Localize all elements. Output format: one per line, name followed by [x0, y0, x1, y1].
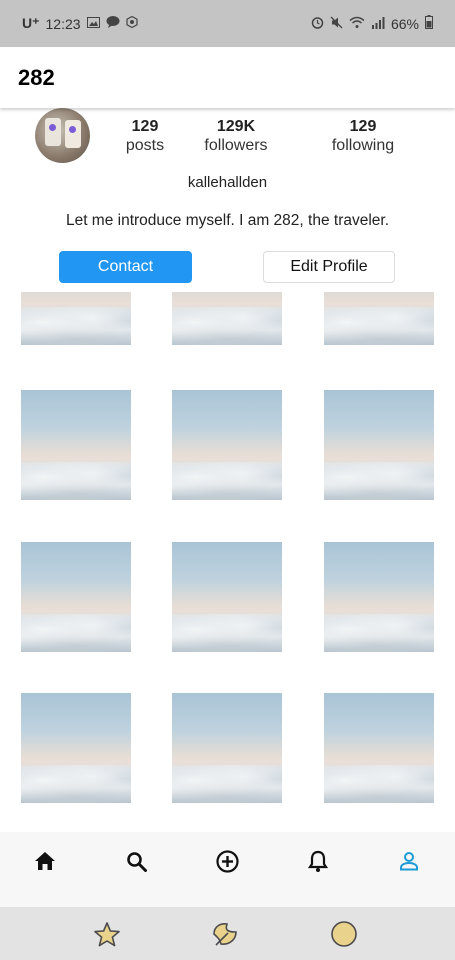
- status-right: 66%: [311, 15, 433, 32]
- carrier-label: U⁺: [22, 15, 40, 31]
- post-thumbnail[interactable]: [324, 693, 434, 803]
- talk-notification-icon: [106, 16, 120, 31]
- search-icon[interactable]: [121, 846, 151, 876]
- notification-bell-icon[interactable]: [303, 846, 333, 876]
- stat-followers[interactable]: 129K followers: [181, 118, 291, 156]
- add-circle-icon[interactable]: [212, 846, 242, 876]
- edit-profile-button[interactable]: Edit Profile: [263, 251, 395, 283]
- system-bar: [0, 907, 455, 960]
- bottom-navigation: [0, 832, 455, 907]
- stat-followers-label: followers: [204, 137, 268, 154]
- post-thumbnail[interactable]: [172, 292, 282, 345]
- circle-icon[interactable]: [329, 919, 359, 949]
- settings-notification-icon: [125, 15, 138, 31]
- image-notification-icon: [86, 16, 100, 31]
- post-thumbnail[interactable]: [324, 390, 434, 500]
- mute-icon: [330, 16, 343, 32]
- post-thumbnail[interactable]: [324, 292, 434, 345]
- avatar[interactable]: [35, 108, 90, 163]
- battery-percent: 66%: [390, 15, 419, 32]
- page-title: 282: [18, 64, 55, 90]
- battery-icon: [425, 15, 433, 32]
- post-thumbnail[interactable]: [21, 693, 131, 803]
- username: kallehallden: [187, 174, 268, 191]
- stat-following[interactable]: 129 following: [308, 118, 418, 156]
- status-bar: U⁺ 12:23 66%: [0, 0, 455, 47]
- home-icon[interactable]: [30, 846, 60, 876]
- wifi-icon: [349, 16, 365, 32]
- post-thumbnail[interactable]: [172, 693, 282, 803]
- clock: 12:23: [45, 15, 81, 32]
- post-grid: [0, 292, 455, 832]
- post-thumbnail[interactable]: [21, 390, 131, 500]
- bio-text: Let me introduce myself. I am 282, the t…: [65, 212, 390, 229]
- status-left: U⁺ 12:23: [22, 15, 138, 32]
- post-thumbnail[interactable]: [21, 542, 131, 652]
- post-thumbnail[interactable]: [172, 542, 282, 652]
- stat-following-label: following: [331, 137, 395, 154]
- post-thumbnail[interactable]: [324, 542, 434, 652]
- signal-icon: [371, 16, 385, 32]
- leaf-icon[interactable]: [210, 919, 240, 949]
- alarm-icon: [311, 16, 324, 32]
- star-icon[interactable]: [92, 919, 122, 949]
- contact-button[interactable]: Contact: [59, 251, 192, 283]
- post-thumbnail[interactable]: [21, 292, 131, 345]
- profile-icon[interactable]: [394, 846, 424, 876]
- stat-followers-value: 129K: [216, 118, 256, 135]
- post-thumbnail[interactable]: [172, 390, 282, 500]
- app-bar: 282: [0, 47, 455, 108]
- stat-following-value: 129: [349, 118, 377, 135]
